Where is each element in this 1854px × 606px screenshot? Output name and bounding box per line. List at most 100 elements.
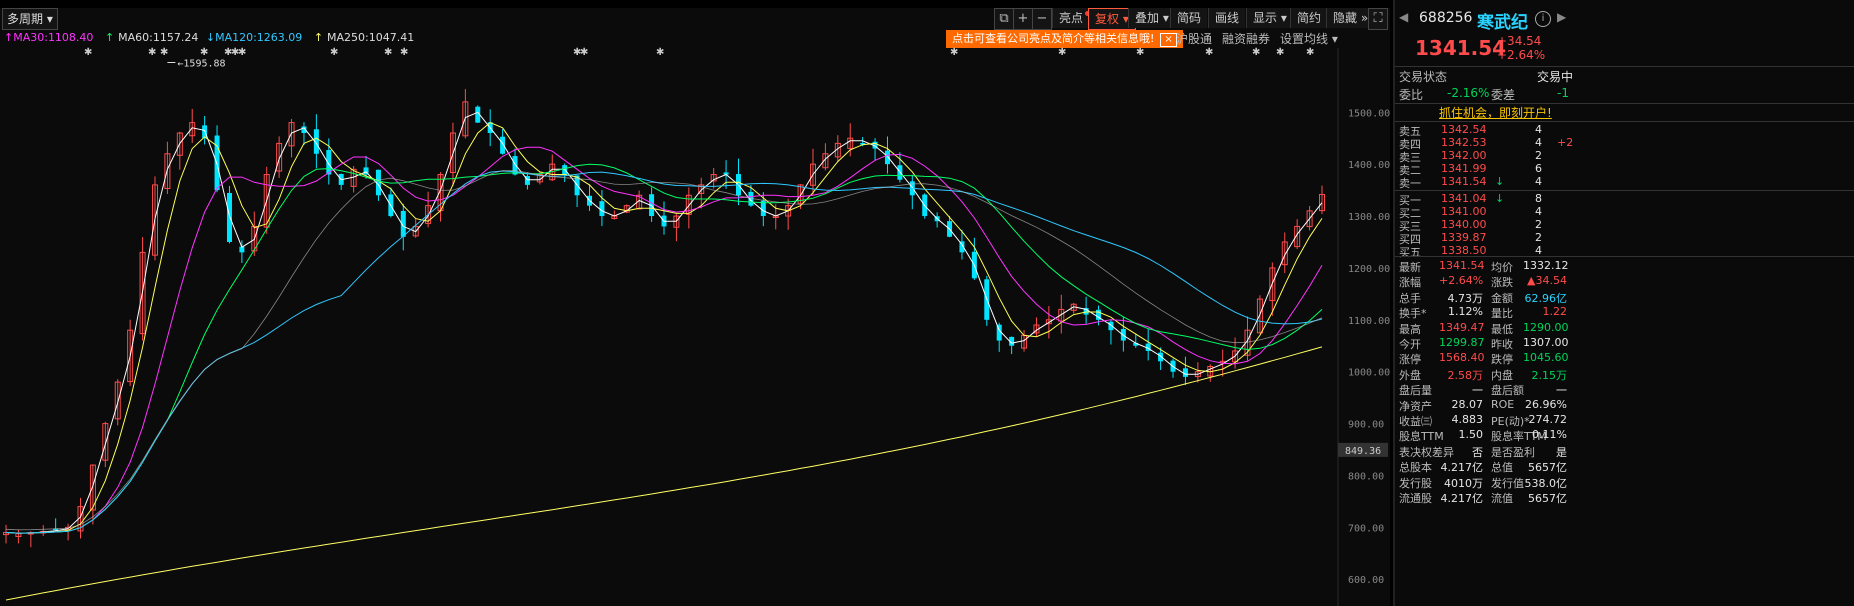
stat-value: 1290.00 xyxy=(1523,320,1569,334)
stat-label: 换手* xyxy=(1399,307,1427,321)
ask-row: 卖四 1342.53 4 +2 xyxy=(1395,136,1854,151)
quote-title-row: ◀ 688256 寒武纪 i ▶ xyxy=(1395,8,1854,33)
stat-label: 金额 xyxy=(1491,291,1513,305)
candle-body-down xyxy=(599,201,605,217)
event-marker-icon: ✱ xyxy=(384,47,392,58)
ask-volume: 4 xyxy=(1535,123,1542,136)
stats-row: 涨幅 +2.64% 涨跌 ▲34.54 xyxy=(1395,274,1854,290)
stat-value: 62.96亿 xyxy=(1524,291,1568,305)
stat-value: 4.217亿 xyxy=(1440,461,1484,475)
status-label: 交易状态 xyxy=(1399,70,1448,84)
stat-value: 4010万 xyxy=(1444,476,1483,490)
candle-body-down xyxy=(226,192,232,242)
stat-value: 1349.47 xyxy=(1439,320,1485,334)
wb-label: 委比 xyxy=(1399,88,1424,102)
stat-label: 总值 xyxy=(1491,461,1513,475)
stat-label: 跌停 xyxy=(1491,353,1513,367)
price-marker-label: 849.36 xyxy=(1345,446,1381,457)
bid-level: 买五 xyxy=(1399,246,1421,259)
chevron-right-icon[interactable]: ▶ xyxy=(1557,10,1566,24)
stat-value: 1332.12 xyxy=(1523,259,1569,272)
y-tick-label: 600.00 xyxy=(1348,575,1384,586)
stat-value: 4.883 xyxy=(1451,413,1484,426)
event-marker-icon: ✱ xyxy=(200,47,208,58)
price-row: 1341.54 +34.54 +2.64% xyxy=(1395,34,1854,62)
bid-price: 1339.87 xyxy=(1441,231,1487,244)
event-marker-icon: ✱ xyxy=(1205,47,1213,58)
ask-price: 1342.54 xyxy=(1441,123,1487,136)
ask-price: 1342.53 xyxy=(1441,136,1487,149)
stat-value: 26.96% xyxy=(1525,397,1567,411)
stats-row: 发行股 4010万 发行值 538.0亿 xyxy=(1395,475,1854,490)
candle-body-down xyxy=(884,150,890,165)
stat-label: 内盘 xyxy=(1491,368,1513,382)
bid-volume: 8 xyxy=(1535,192,1542,205)
bid-price: 1340.00 xyxy=(1441,218,1487,231)
stat-label: 收益㈢ xyxy=(1399,415,1432,428)
stats-row: 盘后量一盘后额一 xyxy=(1395,382,1854,398)
kline-chart-area[interactable]: 多周期 ▾ ⧉ + − 亮点 复权 ▾ 叠加 ▾ 简码 画线 显示 ▾ 简约 隐… xyxy=(0,0,1390,606)
stat-label: 涨跌 xyxy=(1491,276,1513,290)
candle-body-down xyxy=(1182,368,1188,377)
ask-row: 卖三 1342.00 2 xyxy=(1395,149,1854,164)
stat-value: 2.15万 xyxy=(1531,368,1568,382)
bid-row: 买二 1341.00 4 xyxy=(1395,205,1854,220)
stat-label: 最低 xyxy=(1491,322,1513,336)
stat-value: 5657亿 xyxy=(1528,492,1567,505)
event-marker-icon: ✱ xyxy=(160,47,168,58)
promo-link[interactable]: 抓住机会，即刻开户! xyxy=(1439,104,1552,121)
stat-value: 1.50 xyxy=(1458,428,1484,442)
y-tick-label: 1100.00 xyxy=(1348,316,1390,327)
stat-value: 1.22 xyxy=(1542,305,1568,319)
y-tick-label: 800.00 xyxy=(1348,471,1384,482)
stat-label: ROE xyxy=(1491,397,1515,411)
ma250-line xyxy=(5,346,1323,601)
wc-value: -1 xyxy=(1557,86,1569,100)
stat-value: ▲34.54 xyxy=(1527,274,1567,288)
event-marker-icon: ✱ xyxy=(148,47,156,58)
stat-label: 盘后额 xyxy=(1491,384,1524,398)
stat-label: 最新 xyxy=(1399,261,1421,274)
kline-svg: 1500.00 1400.00 1300.00 1200.00 1100.00 1000.… xyxy=(3,47,1390,606)
stat-label: 涨停 xyxy=(1399,353,1421,367)
stat-label: 发行值 xyxy=(1491,476,1524,490)
stats-row: 股息TTM 1.50 股息率TTM 0.11% xyxy=(1395,428,1854,443)
bid-volume: 2 xyxy=(1535,218,1542,231)
stat-label: 外盘 xyxy=(1399,368,1421,382)
stats-row: 今开 1299.87 昨收 1307.00 xyxy=(1395,336,1854,351)
ask-volume: 6 xyxy=(1535,162,1542,175)
stat-value: 538.0亿 xyxy=(1524,476,1568,490)
ask-price: 1341.54 xyxy=(1441,175,1487,188)
stat-value: +2.64% xyxy=(1439,274,1484,288)
event-marker-icon: ✱ xyxy=(400,47,408,58)
arrow-down-icon: ↓ xyxy=(1495,192,1505,205)
event-marker-icon: ✱ xyxy=(656,47,664,58)
arrow-down-icon: ↓ xyxy=(1495,175,1505,188)
price-change: +34.54 xyxy=(1497,34,1542,48)
ask-row: 卖一 1341.54 4 ↓ xyxy=(1395,175,1854,190)
ask-volume: 2 xyxy=(1535,149,1542,162)
stats-row: 换手* 1.12% 量比 1.22 xyxy=(1395,305,1854,321)
chevron-left-icon[interactable]: ◀ xyxy=(1399,10,1408,24)
stat-label: 均价 xyxy=(1491,261,1513,274)
ask-extra: +2 xyxy=(1557,136,1574,149)
y-tick-label: 1200.00 xyxy=(1348,264,1390,275)
stat-label: 总股本 xyxy=(1399,461,1432,475)
bid-row: 买四 1339.87 2 xyxy=(1395,231,1854,246)
stat-value: 一 xyxy=(1472,384,1483,398)
ask-volume: 4 xyxy=(1535,175,1542,188)
stat-label: 涨幅 xyxy=(1399,276,1421,290)
stat-value: 5657亿 xyxy=(1528,461,1567,475)
stat-label: 流值 xyxy=(1491,492,1513,505)
current-price: 1341.54 xyxy=(1415,36,1507,60)
y-tick-label: 1400.00 xyxy=(1348,160,1390,171)
info-icon[interactable]: i xyxy=(1535,11,1551,27)
event-marker-icon: ✱ xyxy=(1252,47,1260,58)
quote-panel: ◀ 688256 寒武纪 i ▶ 1341.54 +34.54 +2.64% 交… xyxy=(1393,0,1854,606)
y-tick-label: 900.00 xyxy=(1348,420,1384,431)
stat-label: 最高 xyxy=(1399,322,1421,336)
stat-value: 4.217亿 xyxy=(1440,492,1484,505)
stat-label: 流通股 xyxy=(1399,492,1432,505)
stat-label: 净资产 xyxy=(1399,399,1432,413)
bid-price: 1341.04 xyxy=(1441,192,1487,205)
